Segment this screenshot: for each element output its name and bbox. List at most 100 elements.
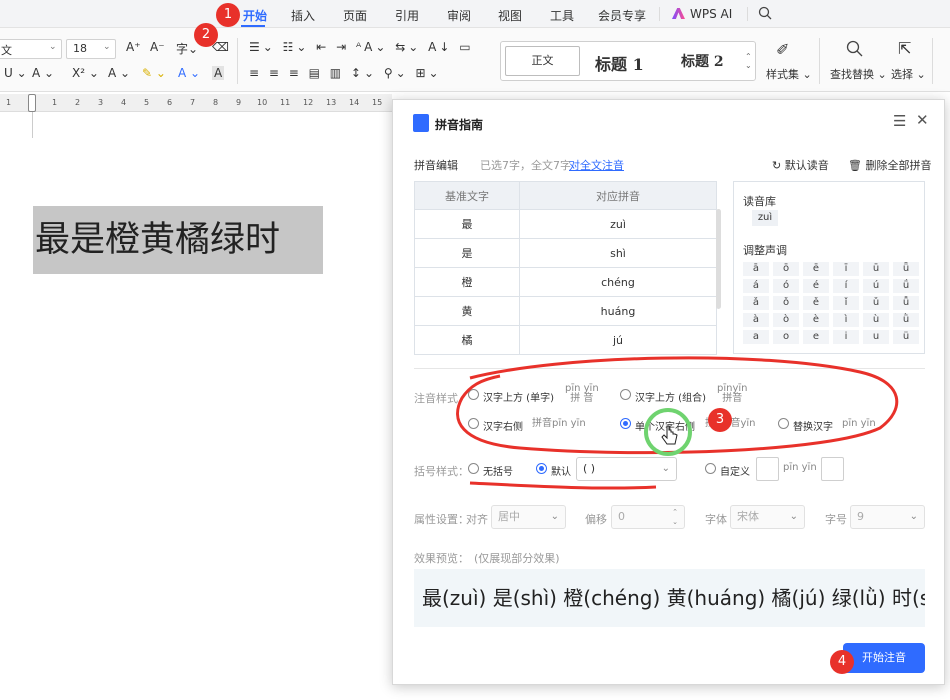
tab-insert[interactable]: 插入 <box>291 7 315 24</box>
tone-button[interactable]: ò <box>773 313 799 327</box>
style-heading-2[interactable]: 标题 2 <box>681 51 724 71</box>
default-reading-button[interactable]: ↻ 默认读音 <box>772 157 829 173</box>
tone-button[interactable]: ǔ <box>863 296 889 310</box>
tone-button[interactable]: ū <box>863 262 889 276</box>
highlight-icon[interactable]: ✎ ⌄ <box>142 66 166 80</box>
option-no-bracket-label[interactable]: 无括号 <box>483 463 513 478</box>
option-default-label[interactable]: 默认 <box>551 463 571 478</box>
find-icon[interactable] <box>846 40 863 60</box>
tab-reference[interactable]: 引用 <box>395 7 419 24</box>
tone-button[interactable]: á <box>743 279 769 293</box>
tab-review[interactable]: 审阅 <box>447 7 471 24</box>
tone-button[interactable]: é <box>803 279 829 293</box>
paragraph-tools-row1[interactable]: ☰⌄ ☷⌄ ⇤ ⇥ ᴬA⌄ ⇆⌄ A↓ ▭ <box>249 40 474 54</box>
offset-stepper[interactable]: 0 ⌃ ⌄ <box>611 505 685 529</box>
paragraph-tools-row2[interactable]: ≡ ≡ ≡ ▤ ▥ ↕⌄ ⚲⌄ ⊞⌄ <box>249 66 442 80</box>
select-button[interactable]: 选择 ⌄ <box>891 66 926 82</box>
tone-button[interactable]: ì <box>833 313 859 327</box>
option-single-right-label[interactable]: 单个汉字右侧 <box>635 418 695 433</box>
radio-replace[interactable] <box>778 418 789 429</box>
option-right-side-label[interactable]: 汉字右侧 <box>483 418 523 433</box>
table-scrollbar[interactable] <box>716 209 721 309</box>
font-select[interactable]: 宋体 ⌄ <box>730 505 805 529</box>
select-cursor-icon[interactable]: ⇱ <box>898 39 911 58</box>
tone-button[interactable]: ī <box>833 262 859 276</box>
tab-view[interactable]: 视图 <box>498 7 522 24</box>
pinyin-cell[interactable]: jú <box>519 325 717 355</box>
table-row[interactable]: 是 shì <box>414 238 717 268</box>
underline-icon[interactable]: U ⌄ <box>4 66 27 80</box>
font-color-icon[interactable]: A ⌄ <box>178 66 200 80</box>
align-select[interactable]: 居中 ⌄ <box>491 505 566 529</box>
option-top-combo-label[interactable]: 汉字上方 (组合) <box>635 389 706 404</box>
tone-button[interactable]: ǘ <box>893 279 919 293</box>
tone-button[interactable]: ǒ <box>773 296 799 310</box>
search-icon[interactable] <box>758 6 772 23</box>
table-row[interactable]: 橙 chéng <box>414 267 717 297</box>
tone-button[interactable]: i <box>833 330 859 344</box>
radio-no-bracket[interactable] <box>468 463 479 474</box>
style-normal[interactable]: 正文 <box>505 46 580 76</box>
tone-button[interactable]: ǎ <box>743 296 769 310</box>
indent-marker-icon[interactable] <box>28 94 36 112</box>
tone-button[interactable]: o <box>773 330 799 344</box>
font-name-select[interactable]: 文 ⌄ <box>0 39 62 59</box>
font-size-select[interactable]: 18 ⌄ <box>66 39 116 59</box>
voice-option[interactable]: zuì <box>752 210 778 226</box>
delete-all-pinyin-button[interactable]: 🗑 删除全部拼音 <box>848 157 931 173</box>
table-row[interactable]: 最 zuì <box>414 209 717 239</box>
custom-open-bracket-input[interactable] <box>756 457 779 481</box>
radio-top-single[interactable] <box>468 389 479 400</box>
tab-wps-ai[interactable]: WPS AI <box>690 7 732 21</box>
tone-button[interactable]: ā <box>743 262 769 276</box>
option-replace-label[interactable]: 替换汉字 <box>793 418 833 433</box>
table-row[interactable]: 橘 jú <box>414 325 717 355</box>
grow-font-icon[interactable]: A⁺ <box>126 40 141 54</box>
tone-button[interactable]: ō <box>773 262 799 276</box>
tone-button[interactable]: a <box>743 330 769 344</box>
phonetic-guide-icon[interactable]: 字⌄ <box>176 40 198 57</box>
char-shading-icon[interactable]: A <box>212 66 225 80</box>
pinyin-cell[interactable]: zuì <box>519 209 717 239</box>
tone-button[interactable]: e <box>803 330 829 344</box>
radio-default-bracket[interactable] <box>536 463 547 474</box>
radio-right-side[interactable] <box>468 418 479 429</box>
tone-button[interactable]: ü <box>893 330 919 344</box>
pinyin-cell[interactable]: huáng <box>519 296 717 326</box>
styles-gallery[interactable]: 正文 标题 1 标题 2 ⌃ ⌄ <box>500 41 756 81</box>
shrink-font-icon[interactable]: A⁻ <box>150 40 165 54</box>
superscript-icon[interactable]: X² ⌄ <box>72 66 99 80</box>
option-top-single-label[interactable]: 汉字上方 (单字) <box>483 389 554 404</box>
tab-home[interactable]: 开始 <box>243 7 267 24</box>
tone-button[interactable]: è <box>803 313 829 327</box>
tone-button[interactable]: ǚ <box>893 296 919 310</box>
bracket-style-select[interactable]: ( ) ⌄ <box>576 457 677 481</box>
tone-button[interactable]: ó <box>773 279 799 293</box>
pinyin-cell[interactable]: chéng <box>519 267 717 297</box>
tone-button[interactable]: ǖ <box>893 262 919 276</box>
table-row[interactable]: 黄 huáng <box>414 296 717 326</box>
tab-tools[interactable]: 工具 <box>550 7 574 24</box>
radio-custom-bracket[interactable] <box>705 463 716 474</box>
style-set-icon[interactable]: ✐ <box>776 40 789 59</box>
custom-close-bracket-input[interactable] <box>821 457 844 481</box>
tab-page[interactable]: 页面 <box>343 7 367 24</box>
radio-single-right[interactable] <box>620 418 631 429</box>
close-icon[interactable]: ✕ <box>916 111 929 129</box>
tone-button[interactable]: ú <box>863 279 889 293</box>
tone-button[interactable]: ě <box>803 296 829 310</box>
tone-button[interactable]: ǐ <box>833 296 859 310</box>
style-heading-1[interactable]: 标题 1 <box>595 51 644 75</box>
tone-button[interactable]: ē <box>803 262 829 276</box>
tone-button[interactable]: ù <box>863 313 889 327</box>
find-replace-button[interactable]: 查找替换 ⌄ <box>830 66 887 82</box>
tone-button[interactable]: ǜ <box>893 313 919 327</box>
full-text-annotate-link[interactable]: 对全文注音 <box>569 157 624 173</box>
pinyin-cell[interactable]: shì <box>519 238 717 268</box>
tone-button[interactable]: u <box>863 330 889 344</box>
start-annotate-button[interactable]: 开始注音 <box>843 643 925 673</box>
document-canvas[interactable]: 最是橙黄橘绿时 <box>0 112 392 700</box>
tone-button[interactable]: à <box>743 313 769 327</box>
text-effect-icon[interactable]: A ⌄ <box>108 66 130 80</box>
tone-button[interactable]: í <box>833 279 859 293</box>
